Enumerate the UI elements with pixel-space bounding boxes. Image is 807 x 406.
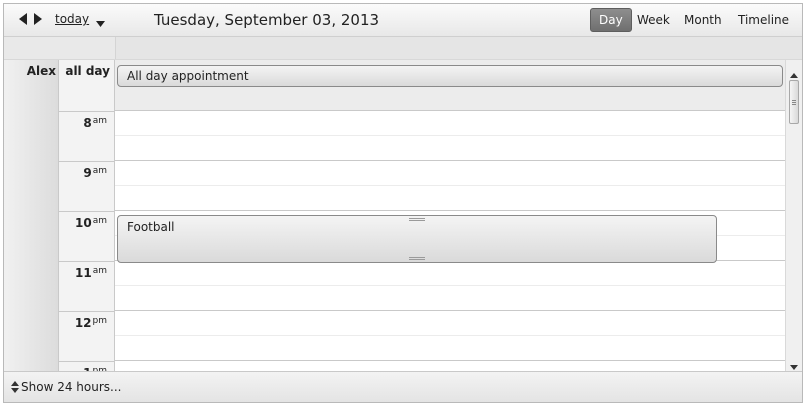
scheduler: today Tuesday, September 03, 2013 Day We… — [3, 3, 803, 403]
footer: Show 24 hours... — [4, 371, 802, 402]
grip-line — [792, 100, 796, 101]
resource-column: Alex — [4, 60, 59, 371]
resize-top-handle[interactable] — [409, 218, 425, 221]
hour-row[interactable] — [115, 161, 785, 211]
view-timeline-button[interactable]: Timeline — [729, 8, 798, 32]
half-hour-line — [115, 285, 785, 286]
allday-row[interactable]: All day appointment — [115, 60, 785, 111]
time-column: all day 8am 9am 10am 11am 12pm 1pm — [59, 60, 115, 380]
up-down-arrows-icon — [11, 381, 19, 393]
time-slot: 9am — [59, 161, 115, 211]
half-hour-line — [115, 335, 785, 336]
appointment-title: Football — [127, 220, 175, 234]
resize-bottom-handle[interactable] — [409, 257, 425, 260]
half-hour-line — [115, 135, 785, 136]
half-hour-line — [115, 185, 785, 186]
show-24-hours-label: Show 24 hours... — [21, 380, 122, 394]
allday-appointment[interactable]: All day appointment — [117, 65, 783, 87]
grip-line — [792, 102, 796, 103]
scroll-thumb[interactable] — [789, 80, 799, 124]
time-slot: 8am — [59, 111, 115, 161]
scroll-up-icon[interactable] — [790, 68, 798, 78]
scroll-down-icon[interactable] — [790, 360, 798, 370]
today-link[interactable]: today — [55, 12, 89, 26]
football-appointment[interactable]: Football — [117, 215, 717, 263]
time-label: 10am — [75, 216, 107, 230]
allday-label: all day — [65, 64, 110, 78]
view-day-button[interactable]: Day — [590, 8, 632, 32]
time-label: 12pm — [74, 316, 107, 330]
caret-down-icon[interactable] — [96, 16, 105, 30]
day-content-area[interactable]: All day appointment Football — [115, 60, 785, 371]
show-24-hours-toggle[interactable]: Show 24 hours... — [11, 380, 121, 394]
grip-line — [792, 104, 796, 105]
hour-row[interactable] — [115, 261, 785, 311]
time-slot: 12pm — [59, 311, 115, 361]
day-column-header — [115, 37, 802, 59]
vertical-scrollbar[interactable] — [785, 60, 802, 371]
resource-name: Alex — [26, 64, 56, 78]
hour-row[interactable] — [115, 361, 785, 371]
triangle-right-icon[interactable] — [33, 13, 43, 25]
triangle-left-icon[interactable] — [18, 13, 28, 25]
column-header-strip — [4, 37, 802, 60]
date-title: Tuesday, September 03, 2013 — [154, 11, 380, 29]
time-label: 11am — [75, 266, 107, 280]
time-slot: 11am — [59, 261, 115, 311]
hour-row[interactable] — [115, 111, 785, 161]
hour-row[interactable] — [115, 311, 785, 361]
time-slot: 10am — [59, 211, 115, 261]
time-label: 8am — [83, 116, 107, 130]
toolbar: today Tuesday, September 03, 2013 Day We… — [4, 4, 802, 37]
appointment-title: All day appointment — [127, 69, 249, 83]
view-month-button[interactable]: Month — [675, 8, 731, 32]
time-label: 9am — [83, 166, 107, 180]
view-week-button[interactable]: Week — [628, 8, 679, 32]
